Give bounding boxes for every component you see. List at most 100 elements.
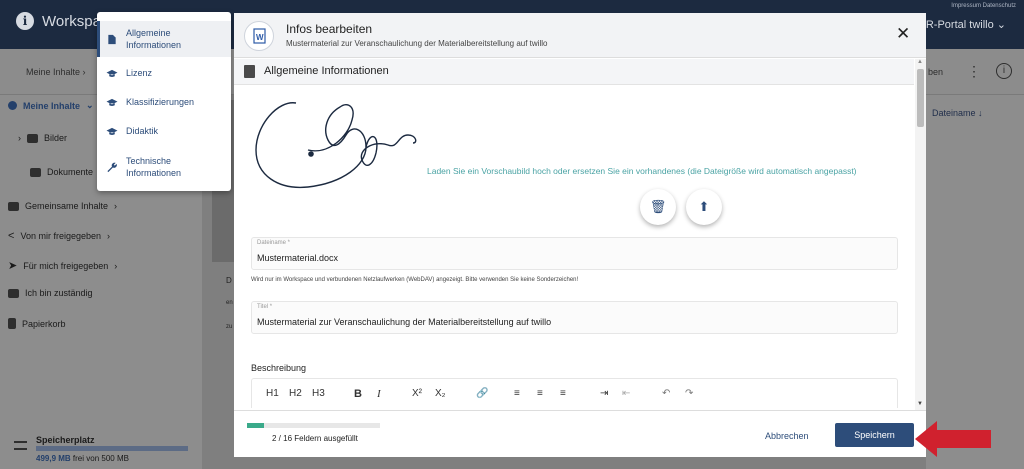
sidebar-item-label: Bilder	[44, 133, 68, 143]
progress-bar-fill	[247, 423, 264, 428]
breadcrumb[interactable]: Meine Inhalte ›	[26, 67, 86, 77]
h3-button[interactable]: H3	[312, 388, 325, 399]
sidebar-item-papierkorb[interactable]: Papierkorb	[8, 318, 66, 329]
sidebar-item-von-mir[interactable]: < Von mir freigegeben ›	[8, 230, 110, 242]
trash-icon	[8, 318, 16, 329]
sidebar-item-bilder[interactable]: › Bilder	[18, 133, 67, 143]
sidebar-item-zustaendig[interactable]: Ich bin zuständig	[8, 288, 93, 298]
filename-help: Wird nur im Workspace und verbundenen Ne…	[251, 277, 579, 283]
field-value: Mustermaterial zur Veranschaulichung der…	[257, 317, 552, 327]
graduation-cap-icon	[106, 69, 118, 77]
svg-text:W: W	[256, 33, 264, 42]
menu-item-label: Klassifizierungen	[126, 97, 195, 107]
sort-dateiname[interactable]: Dateiname ↓	[932, 108, 983, 118]
sidebar-item-label: Für mich freigegeben	[23, 260, 109, 271]
sidebar-item-dokumente[interactable]: Dokumente	[30, 167, 93, 177]
sidebar-item-gemeinsame[interactable]: Gemeinsame Inhalte ›	[8, 201, 117, 211]
h1-button[interactable]: H1	[266, 388, 279, 399]
truncated-text: en	[226, 300, 233, 306]
sidebar-item-label: Gemeinsame Inhalte	[25, 201, 109, 211]
cancel-button[interactable]: Abbrechen	[765, 431, 809, 441]
field-value: Mustermaterial.docx	[257, 253, 339, 263]
menu-item-label: Didaktik	[126, 126, 159, 136]
menu-item-klassifizierungen[interactable]: Klassifizierungen	[97, 95, 231, 109]
toolbar-truncated-label: ben	[928, 67, 944, 77]
info-circle-icon[interactable]: i	[996, 63, 1012, 79]
progress-bar	[247, 423, 380, 428]
link-icon[interactable]: 🔗	[476, 388, 488, 399]
storage-title: Speicherplatz	[36, 435, 95, 445]
sidebar-item-label: Dokumente	[47, 167, 94, 177]
menu-item-lizenz[interactable]: Lizenz	[97, 66, 231, 80]
storage-bar	[36, 446, 188, 451]
menu-item-technisch[interactable]: Technische Informationen	[97, 153, 231, 181]
sidebar-item-fuer-mich[interactable]: ➤ Für mich freigegeben ›	[8, 259, 117, 272]
trash-icon: 🗑	[649, 199, 667, 214]
document-icon	[108, 34, 116, 44]
person-icon	[8, 101, 17, 110]
dialog-title: Infos bearbeiten	[286, 22, 373, 36]
portal-label: ER-Portal twillo	[918, 19, 994, 31]
share-icon: <	[8, 230, 15, 242]
group-icon	[8, 201, 19, 211]
monitor-icon	[8, 288, 19, 298]
truncated-text: D	[226, 276, 232, 285]
chevron-down-icon: ⌄	[996, 19, 1006, 31]
red-arrow-annotation	[915, 421, 991, 457]
title-field[interactable]: Titel * Mustermaterial zur Veranschaulic…	[251, 301, 898, 334]
graduation-cap-icon	[106, 127, 118, 135]
section-header: Allgemeine Informationen	[234, 59, 914, 85]
sidebar-item-label: Ich bin zuständig	[25, 288, 93, 298]
field-label: Dateiname *	[257, 240, 291, 246]
send-icon: ➤	[8, 260, 18, 272]
subscript-button[interactable]: X₂	[435, 388, 446, 399]
italic-button[interactable]: I	[377, 388, 381, 400]
upload-preview-button[interactable]: ⬆	[686, 189, 722, 225]
menu-item-label: Technische Informationen	[126, 156, 182, 178]
menu-item-didaktik[interactable]: Didaktik	[97, 124, 231, 138]
portal-menu[interactable]: ER-Portal twillo ⌄	[919, 18, 1006, 31]
close-icon[interactable]: ✕	[896, 25, 910, 42]
word-file-icon: W	[244, 21, 274, 51]
file-list-right: Dateiname ↓	[926, 95, 1024, 469]
align-right-icon[interactable]: ≡	[560, 388, 566, 399]
h2-button[interactable]: H2	[289, 388, 302, 399]
document-icon	[244, 65, 255, 78]
superscript-button[interactable]: X²	[412, 388, 422, 399]
menu-item-allgemein[interactable]: Allgemeine Informationen	[97, 21, 231, 57]
wrench-icon	[107, 162, 117, 172]
legal-links[interactable]: Impressum Datenschutz	[951, 3, 1016, 9]
description-label: Beschreibung	[251, 363, 307, 373]
menu-item-label: Lizenz	[126, 68, 153, 78]
dialog-footer: 2 / 16 Feldern ausgefüllt Abbrechen Spei…	[234, 410, 926, 457]
redo-icon[interactable]: ↷	[685, 388, 693, 399]
delete-preview-button[interactable]: 🗑	[640, 189, 676, 225]
sidebar-item-meine-inhalte[interactable]: Meine Inhalte ⌄	[8, 100, 94, 111]
upload-icon: ⬆	[698, 199, 710, 214]
storage-bar-fill	[36, 446, 188, 451]
align-left-icon[interactable]: ≡	[514, 388, 520, 399]
preview-hint: Laden Sie ein Vorschaubild hoch oder ers…	[427, 166, 857, 176]
indent-icon[interactable]: ⇥	[600, 388, 608, 399]
breadcrumb-label: Meine Inhalte	[26, 67, 81, 77]
outdent-icon[interactable]: ⇤	[622, 388, 630, 399]
scrollbar-thumb[interactable]	[917, 69, 924, 127]
editor-toolbar: H1 H2 H3 B I X² X₂ 🔗 ≡ ≡ ≡ ⇥ ⇤ ↶ ↷	[251, 378, 898, 408]
preview-image	[255, 102, 417, 189]
sidebar-item-label: Meine Inhalte	[23, 100, 81, 111]
filename-field[interactable]: Dateiname * Mustermaterial.docx	[251, 237, 898, 270]
undo-icon[interactable]: ↶	[662, 388, 670, 399]
bold-button[interactable]: B	[354, 388, 362, 400]
dialog-subtitle: Mustermaterial zur Veranschaulichung der…	[286, 39, 548, 48]
field-label: Titel *	[257, 304, 273, 310]
menu-item-label: Allgemeine Informationen	[126, 28, 182, 50]
save-button[interactable]: Speichern	[835, 423, 914, 447]
sidebar-item-label: Papierkorb	[22, 318, 66, 329]
arrow-down-icon: ↓	[978, 108, 983, 118]
scrollbar[interactable]: ▲ ▼	[915, 59, 926, 411]
align-center-icon[interactable]: ≡	[537, 388, 543, 399]
edit-dialog: W Infos bearbeiten Mustermaterial zur Ve…	[234, 13, 926, 457]
more-icon[interactable]: ⋮	[967, 63, 981, 80]
truncated-text: zu	[226, 324, 233, 330]
graduation-cap-icon	[106, 98, 118, 106]
